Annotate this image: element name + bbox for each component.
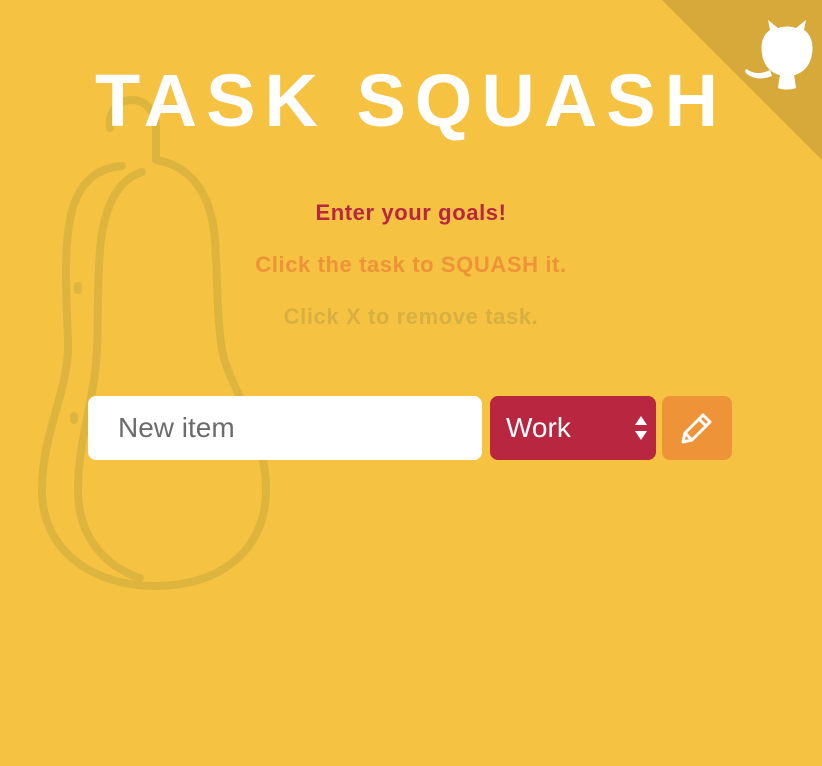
page-title: TASK SQUASH [94, 59, 728, 142]
add-task-button[interactable] [662, 396, 732, 460]
pencil-icon [681, 413, 712, 444]
category-select[interactable]: Work [490, 396, 656, 460]
instruction-enter-goals: Enter your goals! [315, 200, 507, 225]
butternut-squash-icon [38, 96, 270, 590]
instruction-remove-task: Click X to remove task. [283, 304, 539, 329]
new-task-input[interactable] [88, 396, 482, 460]
instruction-squash-task: Click the task to SQUASH it. [255, 252, 567, 277]
select-arrows-icon [635, 416, 647, 440]
category-select-value: Work [506, 412, 571, 443]
